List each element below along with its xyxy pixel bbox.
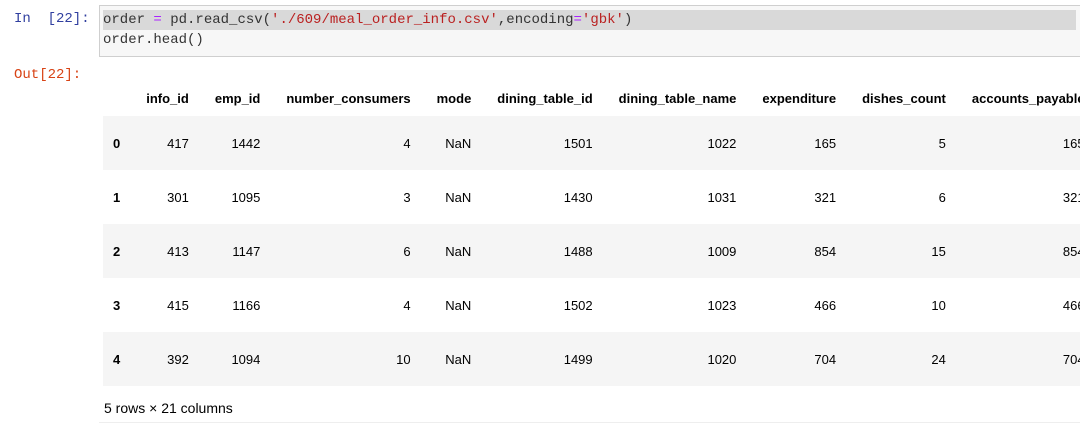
table-cell: 1430 xyxy=(563,189,593,205)
column-header: accounts_payable xyxy=(971,90,1080,106)
table-cell: 301 xyxy=(167,189,189,205)
table-cell: 10 xyxy=(396,351,411,367)
dataframe-shape-text: 5 rows × 21 columns xyxy=(104,400,233,416)
table-cell: NaN xyxy=(445,189,472,205)
table-cell: 1488 xyxy=(563,243,593,259)
table-cell: 1022 xyxy=(707,135,737,151)
row-index: 0 xyxy=(113,135,121,151)
code-line-2[interactable]: order.head() xyxy=(103,30,204,50)
table-cell: 413 xyxy=(167,243,189,259)
column-header: expenditure xyxy=(762,90,837,106)
table-cell: 704 xyxy=(814,351,837,367)
table-cell: 1023 xyxy=(707,297,737,313)
table-cell: 417 xyxy=(167,135,189,151)
dataframe-table: info_id emp_id number_consumers mode din… xyxy=(103,80,1080,386)
table-cell: 165 xyxy=(814,135,837,151)
table-cell: 1502 xyxy=(563,297,593,313)
input-prompt: In [22]: xyxy=(14,11,90,27)
column-header: dining_table_id xyxy=(497,90,593,106)
column-header: number_consumers xyxy=(286,90,411,106)
table-cell: 854 xyxy=(1062,243,1080,259)
table-row: 2 413 1147 6 NaN 1488 1009 854 15 854 xyxy=(103,224,1080,278)
code-token: order xyxy=(103,12,154,28)
column-header: dining_table_name xyxy=(618,90,737,106)
table-cell: NaN xyxy=(445,297,472,313)
output-area: info_id emp_id number_consumers mode din… xyxy=(99,65,1080,429)
code-token: pd.read_csv( xyxy=(161,12,272,28)
column-header: emp_id xyxy=(214,90,261,106)
code-string: 'gbk' xyxy=(581,12,624,28)
table-cell: 4 xyxy=(403,135,411,151)
table-cell: 466 xyxy=(1062,297,1080,313)
column-header: mode xyxy=(436,90,472,106)
index-header xyxy=(103,80,133,116)
code-line-1[interactable]: order = pd.read_csv('./609/meal_order_in… xyxy=(103,10,1076,30)
table-cell: NaN xyxy=(445,135,472,151)
code-token: ) xyxy=(623,12,633,28)
code-operator: = xyxy=(153,12,162,28)
table-cell: 1501 xyxy=(563,135,593,151)
table-cell: 165 xyxy=(1062,135,1080,151)
row-index: 2 xyxy=(113,243,121,259)
table-cell: NaN xyxy=(445,351,472,367)
table-cell: 854 xyxy=(814,243,837,259)
table-cell: 1031 xyxy=(707,189,737,205)
table-cell: 4 xyxy=(403,297,411,313)
table-cell: 15 xyxy=(931,243,946,259)
table-row: 0 417 1442 4 NaN 1501 1022 165 5 165 xyxy=(103,116,1080,170)
table-cell: 1020 xyxy=(707,351,737,367)
column-header: dishes_count xyxy=(862,90,946,106)
table-cell: 10 xyxy=(931,297,946,313)
table-cell: 1499 xyxy=(563,351,593,367)
table-row: 4 392 1094 10 NaN 1499 1020 704 24 704 xyxy=(103,332,1080,386)
table-cell: 415 xyxy=(167,297,189,313)
column-header: info_id xyxy=(146,90,189,106)
table-cell: 466 xyxy=(814,297,837,313)
table-cell: 1009 xyxy=(707,243,737,259)
code-string: './609/meal_order_info.csv' xyxy=(271,12,498,28)
table-cell: 1095 xyxy=(231,189,261,205)
table-cell: 704 xyxy=(1062,351,1080,367)
table-cell: 1442 xyxy=(231,135,261,151)
table-cell: 1147 xyxy=(232,243,261,259)
output-prompt: Out[22]: xyxy=(14,67,82,83)
table-cell: 392 xyxy=(167,351,189,367)
table-cell: 24 xyxy=(931,351,946,367)
table-cell: 321 xyxy=(1062,189,1080,205)
table-cell: 5 xyxy=(938,135,946,151)
table-cell: 321 xyxy=(814,189,837,205)
row-index: 3 xyxy=(113,297,121,313)
header-row: info_id emp_id number_consumers mode din… xyxy=(103,80,1080,116)
code-input-area[interactable]: order = pd.read_csv('./609/meal_order_in… xyxy=(99,5,1080,57)
table-cell: NaN xyxy=(445,243,472,259)
code-operator: = xyxy=(573,12,582,28)
table-cell: 6 xyxy=(403,243,411,259)
table-cell: 6 xyxy=(938,189,946,205)
table-cell: 3 xyxy=(403,189,411,205)
cell-divider xyxy=(99,422,1080,423)
table-cell: 1166 xyxy=(232,297,261,313)
code-token: ,encoding xyxy=(497,12,574,28)
row-index: 4 xyxy=(113,351,121,367)
table-cell: 1094 xyxy=(231,351,261,367)
row-index: 1 xyxy=(113,189,121,205)
table-row: 3 415 1166 4 NaN 1502 1023 466 10 466 xyxy=(103,278,1080,332)
table-row: 1 301 1095 3 NaN 1430 1031 321 6 321 xyxy=(103,170,1080,224)
